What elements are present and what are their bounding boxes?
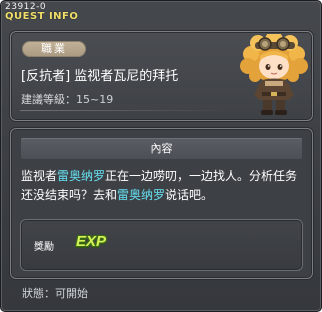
- job-badge: 職業: [22, 41, 86, 57]
- quest-summary-panel: 職業 [反抗者] 监视者瓦尼的拜托 建議等級：15~19: [10, 31, 313, 121]
- divider: [20, 110, 230, 111]
- description-text: 说话吧。: [165, 188, 214, 202]
- description-text: 监视者: [21, 169, 58, 183]
- recommended-level-label: 建議等級：: [21, 93, 76, 106]
- reward-box: 獎勵 EXP: [20, 219, 303, 271]
- npc-name-link: 雷奥纳罗: [57, 169, 106, 183]
- quest-content-panel: 內容 监视者雷奥纳罗正在一边唠叨，一边找人。分析任务还没结束吗？去和雷奥纳罗说话…: [10, 128, 313, 279]
- quest-info-window: 23912-0 QUEST INFO 職業 [反抗者] 监视者瓦尼的拜托 建議等…: [0, 0, 322, 312]
- npc-character-portrait: [240, 34, 308, 115]
- quest-status: 狀態：可開始: [22, 287, 88, 300]
- recommended-level-value: 15~19: [76, 93, 114, 106]
- content-header: 內容: [21, 138, 302, 159]
- quest-description: 监视者雷奥纳罗正在一边唠叨，一边找人。分析任务还没结束吗？去和雷奥纳罗说话吧。: [21, 167, 304, 205]
- npc-name-link: 雷奥纳罗: [117, 188, 166, 202]
- recommended-level: 建議等級：15~19: [21, 91, 113, 107]
- exp-icon: EXP: [76, 233, 107, 250]
- quest-title: [反抗者] 监视者瓦尼的拜托: [21, 69, 179, 84]
- window-title: QUEST INFO: [5, 11, 79, 22]
- reward-label: 獎勵: [34, 242, 54, 253]
